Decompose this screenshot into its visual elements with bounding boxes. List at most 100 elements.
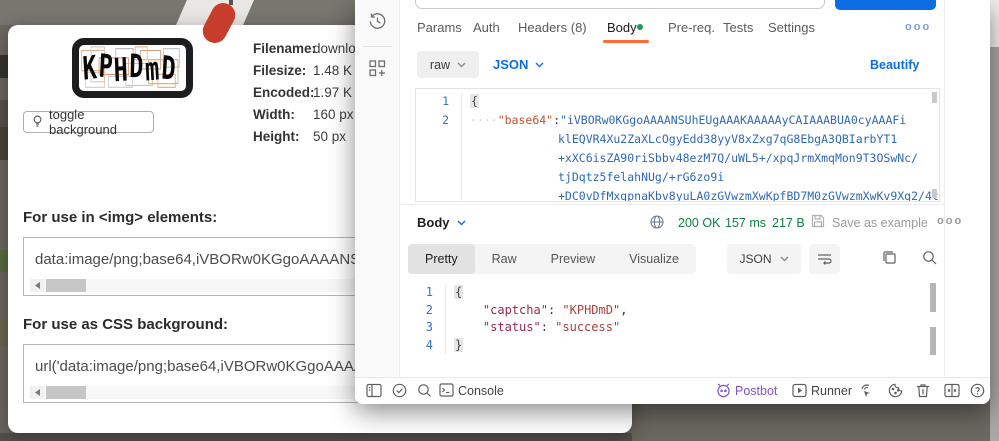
postman-window: Params Auth Headers (8) Body Pre-req. Te… [355, 0, 990, 404]
help-icon[interactable] [970, 383, 985, 398]
css-data-uri-value[interactable]: url('data:image/png;base64,iVBORw0KGgoAA… [35, 358, 385, 375]
meta-row-encoded: Encoded: 1.97 K [253, 85, 352, 106]
new-grid-icon[interactable] [369, 60, 386, 77]
meta-row-height: Height: 50 px [253, 129, 346, 150]
chevron-down-icon [780, 256, 789, 262]
tab-pre-request[interactable]: Pre-req. [668, 20, 715, 35]
code-line: klEQVR4Xu2ZaXLcOgyEdd38yyV8xZxg7qG8EbgA3… [416, 130, 939, 149]
code-line: tjDqtz5felahNUg/+rG6zo9i [416, 168, 939, 187]
runner-icon[interactable] [792, 383, 807, 398]
css-usage-heading: For use as CSS background: [23, 316, 228, 333]
response-status[interactable]: 200 OK [678, 216, 720, 230]
postbot-button[interactable]: Postbot [735, 384, 777, 398]
bg-thumbnail-block [0, 320, 8, 345]
meta-value: downlo [313, 41, 356, 62]
response-scrollbar-thumb[interactable] [930, 283, 936, 312]
toggle-background-label: toggle background [49, 107, 145, 137]
body-type-value: raw [430, 58, 450, 72]
response-more-options[interactable]: ooo [937, 215, 963, 227]
language-select[interactable]: JSON [493, 57, 544, 72]
response-body-select[interactable]: Body [417, 215, 466, 230]
img-data-uri-value[interactable]: data:image/png;base64,iVBORw0KGgoAAAANSU… [35, 251, 379, 268]
chevron-down-icon [457, 220, 466, 226]
request-more-options[interactable]: ooo [905, 21, 931, 33]
wrap-text-button[interactable] [809, 244, 840, 274]
runner-button[interactable]: Runner [811, 384, 852, 398]
request-body-editor[interactable]: 1{2····"base64":"iVBORw0KGgoAAAANSUhEUgA… [415, 88, 940, 202]
body-type-select[interactable]: raw [417, 51, 479, 78]
bg-thumbnail-block [0, 127, 8, 160]
response-time[interactable]: 157 ms [725, 216, 766, 230]
editor-scrollbar-thumb[interactable] [932, 189, 937, 198]
bg-thumbnail-block [0, 55, 8, 78]
editor-scrollbar-thumb[interactable] [932, 92, 937, 103]
toggle-background-button[interactable]: toggle background [23, 111, 154, 133]
response-size[interactable]: 217 B [772, 216, 805, 230]
tab-tests[interactable]: Tests [723, 20, 753, 35]
panes-icon[interactable] [944, 383, 960, 398]
tab-visualize[interactable]: Visualize [612, 244, 696, 274]
beautify-link[interactable]: Beautify [870, 58, 919, 72]
meta-value: 50 px [313, 129, 346, 150]
language-value: JSON [493, 57, 528, 72]
search-icon[interactable] [417, 383, 432, 398]
tab-headers[interactable]: Headers (8) [518, 20, 587, 35]
img-usage-heading: For use in <img> elements: [23, 209, 217, 226]
copy-icon[interactable] [882, 250, 897, 265]
code-line: +DC0vDfMxgpnaKbv8yuLA0zGVwzmXwKpfBD7M0zG… [416, 187, 939, 202]
svg-text:D: D [160, 49, 176, 88]
postbot-icon[interactable] [716, 383, 731, 398]
active-tab-underline [603, 40, 649, 43]
check-circle-icon[interactable] [392, 383, 407, 398]
request-code-lines: 1{2····"base64":"iVBORw0KGgoAAAANSUhEUgA… [416, 92, 939, 202]
console-button[interactable]: Console [458, 384, 504, 398]
response-format-select[interactable]: JSON [727, 244, 801, 274]
svg-text:P: P [98, 47, 114, 86]
request-url-input[interactable] [415, 0, 825, 9]
meta-value: 160 px [313, 107, 354, 128]
response-view-tabs: Pretty Raw Preview Visualize [408, 244, 696, 274]
svg-text:m: m [144, 50, 160, 89]
globe-icon[interactable] [650, 215, 664, 229]
tab-auth[interactable]: Auth [473, 20, 500, 35]
scroll-left-arrow[interactable] [30, 279, 44, 292]
body-modified-dot [637, 24, 643, 30]
capture-icon[interactable] [860, 383, 875, 398]
cookie-icon[interactable] [888, 383, 903, 398]
scrollbar-thumb[interactable] [46, 386, 86, 399]
code-line: 4} [400, 337, 944, 355]
scroll-left-arrow[interactable] [30, 386, 44, 399]
lightbulb-icon [32, 115, 43, 129]
meta-label: Filename: [253, 41, 313, 62]
postman-context-rail [944, 0, 990, 377]
tab-params[interactable]: Params [417, 20, 462, 35]
layout-icon[interactable] [366, 383, 382, 398]
page-scrollbar-thumb[interactable] [990, 47, 999, 441]
console-icon[interactable] [439, 383, 454, 397]
meta-label: Encoded: [253, 85, 313, 106]
rail-divider [363, 46, 392, 47]
response-header: Body 200 OK 157 ms 217 B Save as example… [400, 205, 944, 243]
code-line: 1{ [416, 92, 939, 111]
tab-pretty[interactable]: Pretty [408, 244, 475, 274]
code-line: 2····"base64":"iVBORw0KGgoAAAANSUhEUgAAA… [416, 111, 939, 130]
chevron-down-icon [457, 62, 466, 68]
meta-row-filesize: Filesize: 1.48 K [253, 63, 352, 84]
page-scrollbar-track[interactable] [990, 0, 999, 47]
response-scrollbar[interactable] [930, 281, 936, 373]
tab-settings[interactable]: Settings [768, 20, 815, 35]
tab-body[interactable]: Body [607, 20, 637, 35]
captcha-image: K P H D m D [72, 38, 193, 98]
save-as-example-button[interactable]: Save as example [832, 216, 928, 230]
tab-preview[interactable]: Preview [534, 244, 612, 274]
tab-raw[interactable]: Raw [475, 244, 534, 274]
send-button[interactable] [835, 0, 936, 10]
scrollbar-thumb[interactable] [46, 279, 86, 292]
trash-icon[interactable] [916, 383, 930, 398]
search-icon[interactable] [922, 250, 937, 265]
response-body-viewer[interactable]: 1{2 "captcha": "KPHDmD",3 "status": "suc… [400, 281, 944, 373]
meta-label: Width: [253, 107, 313, 128]
response-scrollbar-thumb[interactable] [930, 327, 936, 355]
captcha-graphic: K P H D m D [79, 45, 186, 91]
history-icon[interactable] [368, 12, 387, 31]
